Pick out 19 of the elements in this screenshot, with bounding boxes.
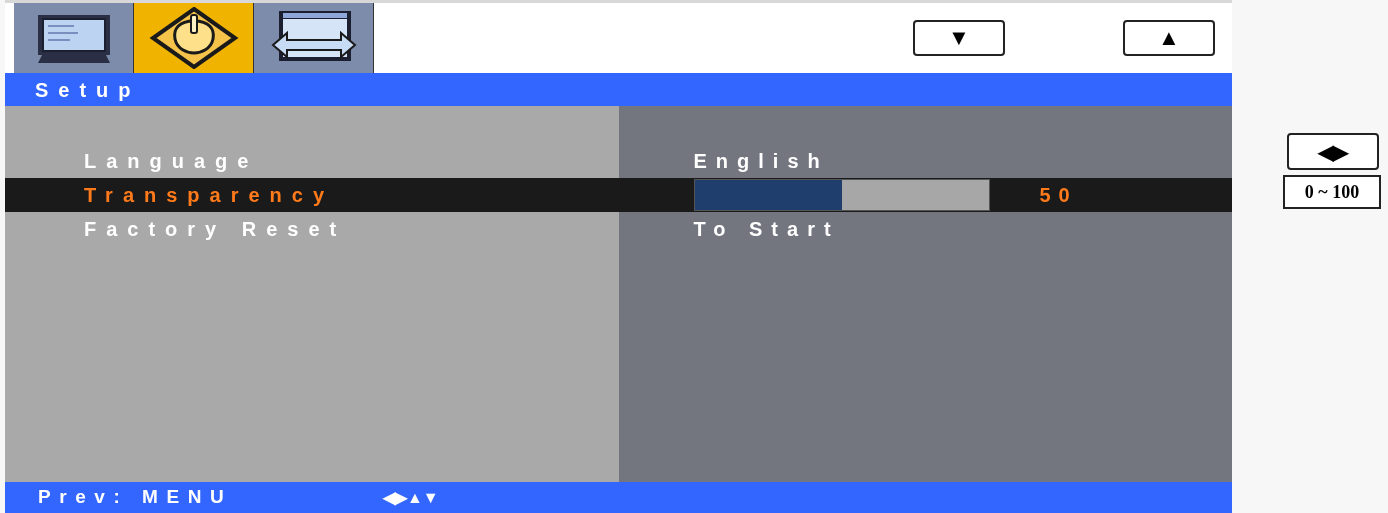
- menu-title: Setup: [35, 77, 141, 103]
- setting-label: Factory Reset: [83, 217, 348, 242]
- setting-label: Transparency: [83, 183, 336, 208]
- range-hint: 0 ~ 100: [1283, 175, 1381, 209]
- setting-value: English: [693, 149, 829, 174]
- menu-row[interactable]: Transparency 50: [5, 178, 1232, 212]
- setting-label: Language: [83, 149, 260, 174]
- menu-tab[interactable]: [134, 3, 254, 73]
- setting-value: To Start: [693, 217, 840, 242]
- footer-keys: ◀▶▲▼: [383, 485, 439, 510]
- key-hint: ◀▶: [1287, 133, 1379, 170]
- menu-row[interactable]: Factory Reset To Start: [5, 212, 1232, 246]
- footer-hint: Prev: MENU: [38, 485, 234, 510]
- arrow-key-button[interactable]: ▼: [913, 20, 1005, 56]
- arrow-key-button[interactable]: ▲: [1123, 20, 1215, 56]
- menu-tab[interactable]: [14, 3, 134, 73]
- menu-row[interactable]: Language English: [5, 144, 1232, 178]
- menu-tab[interactable]: [254, 3, 374, 73]
- slider-value: 50: [1039, 183, 1078, 208]
